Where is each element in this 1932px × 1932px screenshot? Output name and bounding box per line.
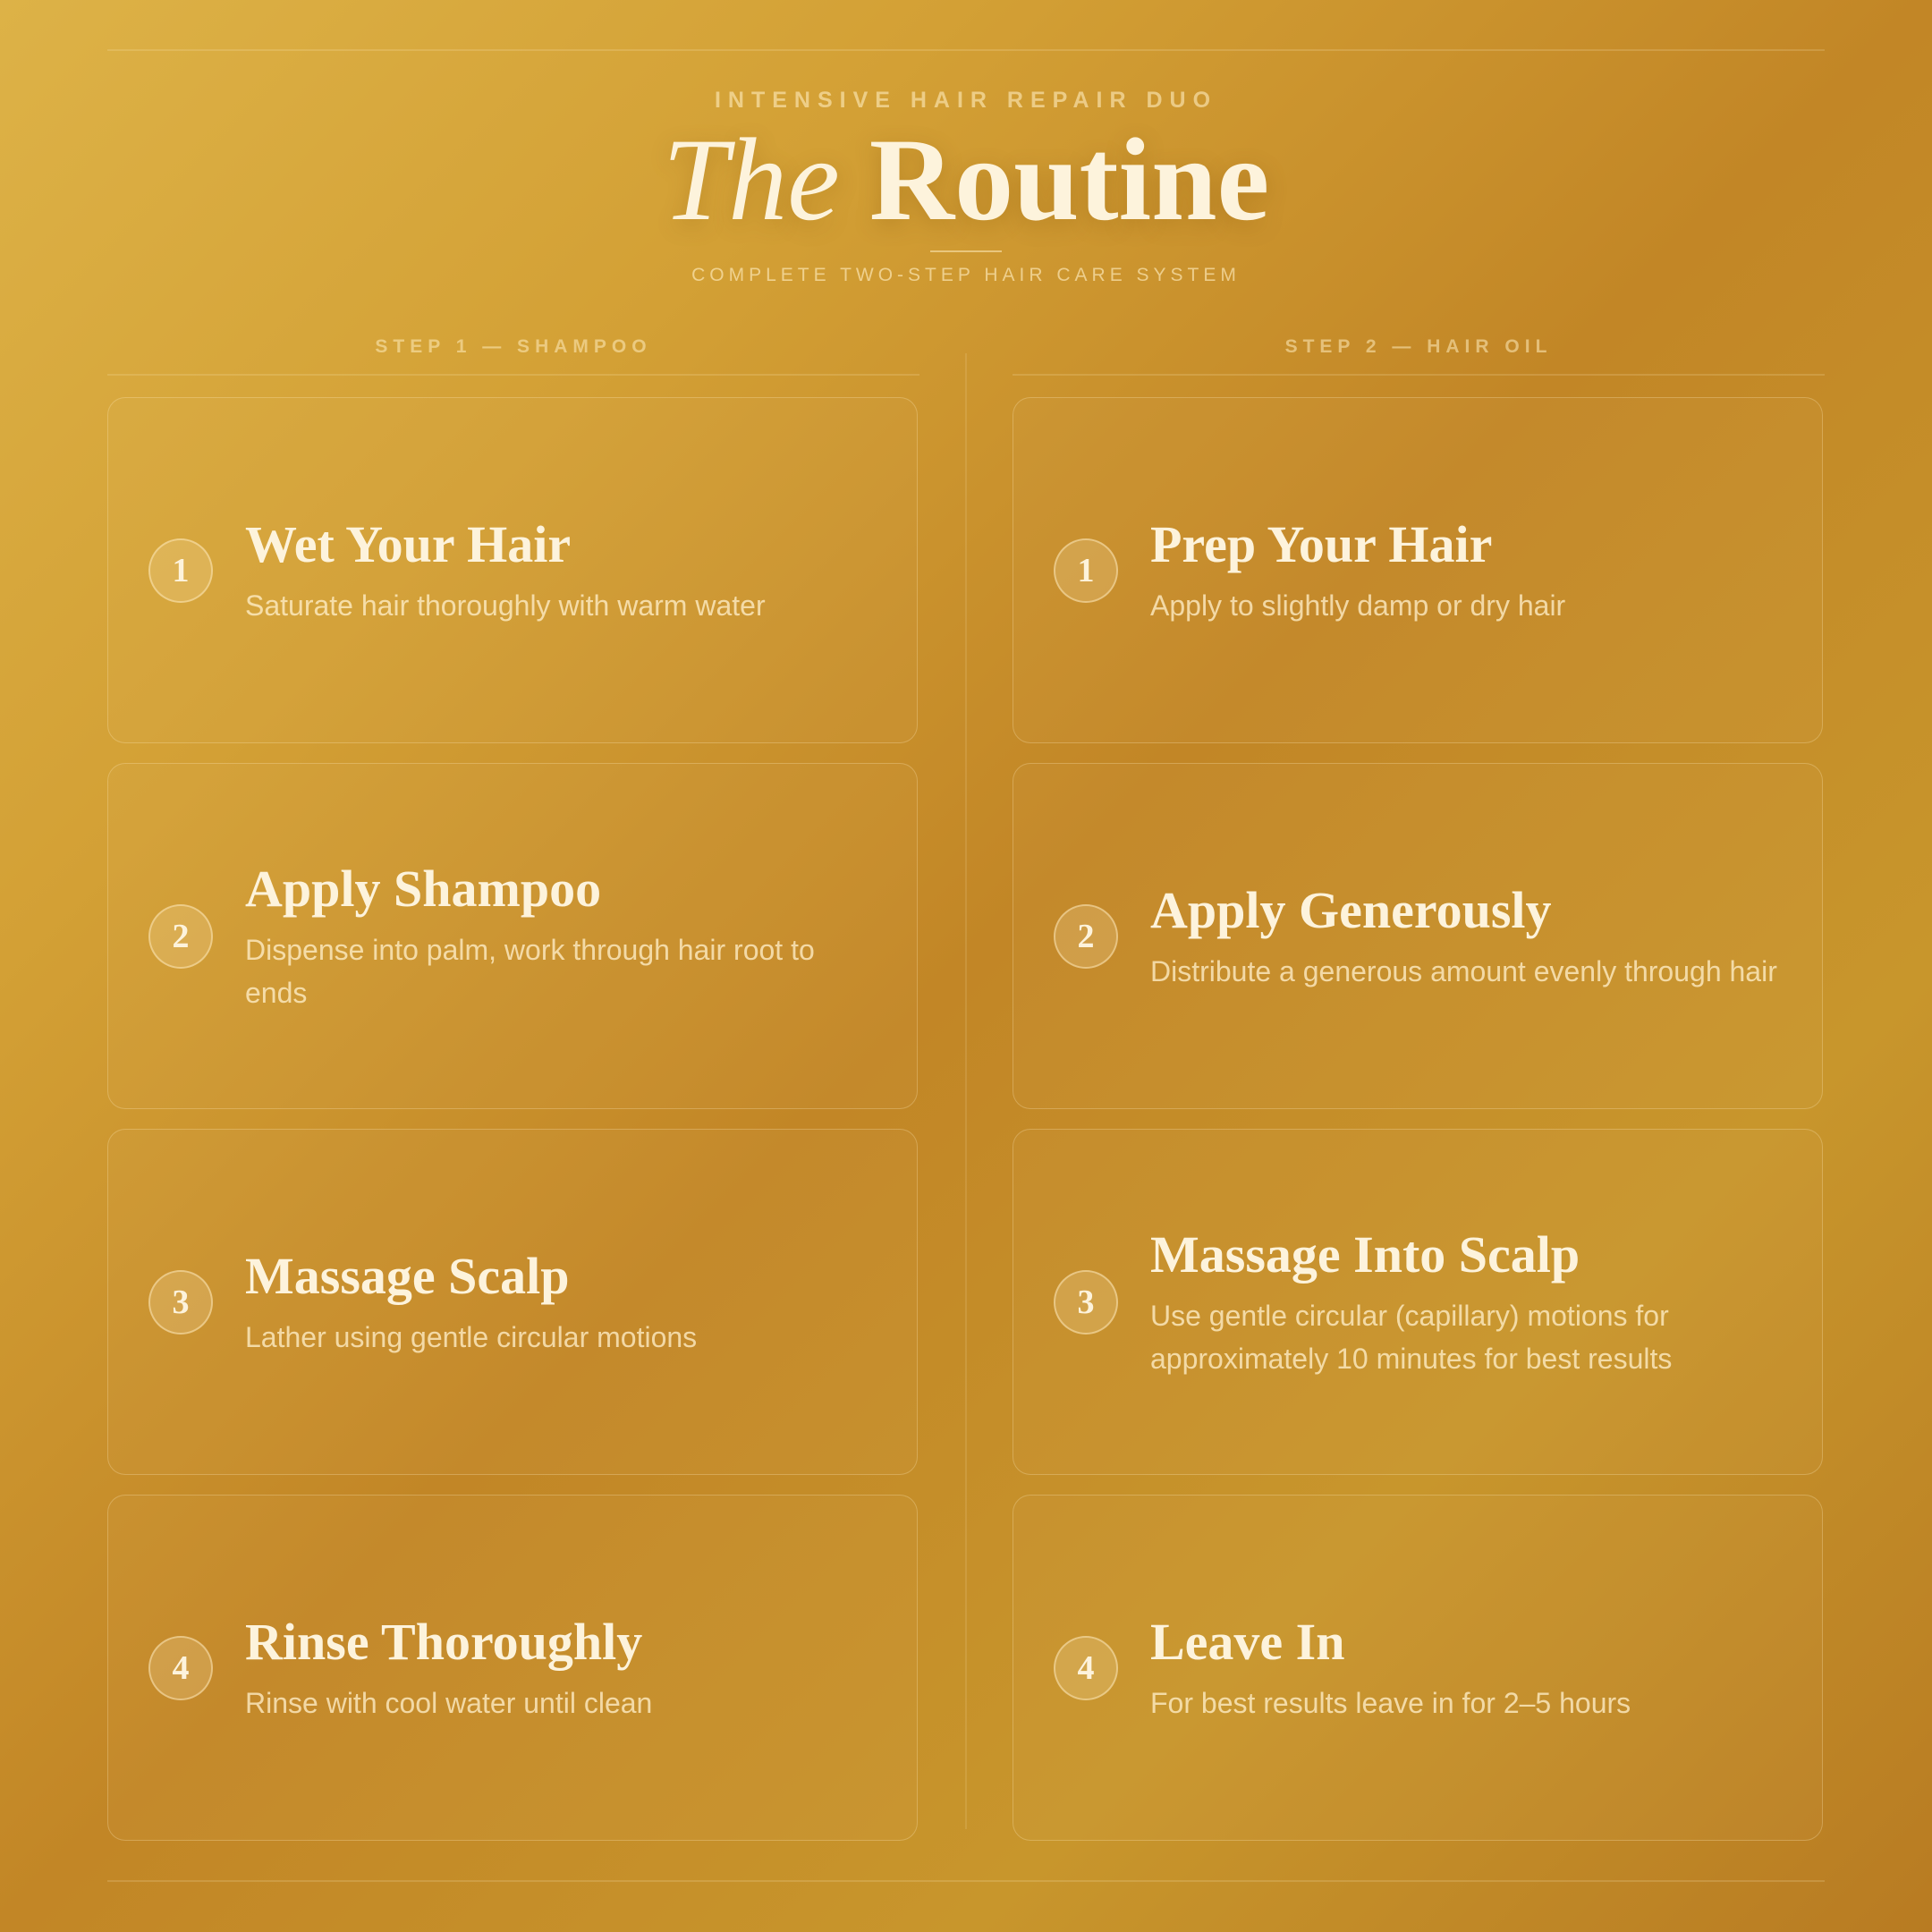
column-heading: STEP 2 — HAIR OIL xyxy=(1284,336,1553,357)
step-card: 4 Rinse Thoroughly Rinse with cool water… xyxy=(107,1495,918,1841)
step-title: Wet Your Hair xyxy=(245,514,572,573)
eyebrow-label: INTENSIVE HAIR REPAIR DUO xyxy=(714,88,1218,113)
step-title: Leave In xyxy=(1150,1612,1345,1671)
step-number-badge: 3 xyxy=(1054,1269,1118,1335)
step-description: Lather using gentle circular motions xyxy=(245,1320,698,1353)
step-text: Prep Your Hair Apply to slightly damp or… xyxy=(1150,514,1786,627)
step-description: Distribute a generous amount evenly thro… xyxy=(1150,954,1777,987)
step-card: 4 Leave In For best results leave in for… xyxy=(1013,1495,1823,1841)
step-number-badge: 1 xyxy=(148,538,213,603)
top-frame-line xyxy=(107,49,1825,51)
column-heading: STEP 1 — SHAMPOO xyxy=(375,336,652,357)
step-card: 2 Apply Shampoo Dispense into palm, work… xyxy=(107,763,918,1109)
tagline: COMPLETE TWO-STEP HAIR CARE SYSTEM xyxy=(691,265,1241,285)
step-title: Apply Shampoo xyxy=(245,859,602,918)
step-number-badge: 4 xyxy=(148,1635,213,1700)
step-text: Leave In For best results leave in for 2… xyxy=(1150,1612,1786,1724)
bottom-frame-line xyxy=(107,1880,1825,1882)
step-title: Massage Scalp xyxy=(245,1246,570,1305)
step-description: Saturate hair thoroughly with warm water xyxy=(245,589,766,622)
step-number-badge: 2 xyxy=(148,903,213,969)
step-description: Apply to slightly damp or dry hair xyxy=(1150,589,1566,622)
step-number-badge: 2 xyxy=(1054,903,1118,969)
step-text: Apply Shampoo Dispense into palm, work t… xyxy=(245,859,881,1014)
step-card: 1 Wet Your Hair Saturate hair thoroughly… xyxy=(107,397,918,743)
step-card: 3 Massage Into Scalp Use gentle circular… xyxy=(1013,1129,1823,1475)
step-title: Massage Into Scalp xyxy=(1150,1224,1580,1284)
column-divider xyxy=(965,353,967,1829)
step-number-badge: 4 xyxy=(1054,1635,1118,1700)
column-heading-rule xyxy=(107,374,919,376)
step-title: Rinse Thoroughly xyxy=(245,1612,643,1671)
page-title: The Routine xyxy=(0,113,1932,247)
step-text: Wet Your Hair Saturate hair thoroughly w… xyxy=(245,514,881,627)
step-card: 2 Apply Generously Distribute a generous… xyxy=(1013,763,1823,1109)
title-bold: Routine xyxy=(869,114,1270,245)
step-description: Use gentle circular (capillary) motions … xyxy=(1150,1299,1673,1375)
step-number-badge: 3 xyxy=(148,1269,213,1335)
step-text: Rinse Thoroughly Rinse with cool water u… xyxy=(245,1612,881,1724)
step-title: Prep Your Hair xyxy=(1150,514,1493,573)
step-description: For best results leave in for 2–5 hours xyxy=(1150,1686,1631,1719)
step-card: 1 Prep Your Hair Apply to slightly damp … xyxy=(1013,397,1823,743)
column-heading-rule xyxy=(1013,374,1825,376)
title-divider xyxy=(930,250,1002,252)
step-text: Massage Into Scalp Use gentle circular (… xyxy=(1150,1224,1786,1380)
step-number-badge: 1 xyxy=(1054,538,1118,603)
step-title: Apply Generously xyxy=(1150,880,1552,939)
step-text: Massage Scalp Lather using gentle circul… xyxy=(245,1246,881,1359)
step-text: Apply Generously Distribute a generous a… xyxy=(1150,880,1786,993)
step-description: Dispense into palm, work through hair ro… xyxy=(245,933,815,1009)
step-description: Rinse with cool water until clean xyxy=(245,1686,653,1719)
step-card: 3 Massage Scalp Lather using gentle circ… xyxy=(107,1129,918,1475)
title-italic: The xyxy=(662,114,840,245)
